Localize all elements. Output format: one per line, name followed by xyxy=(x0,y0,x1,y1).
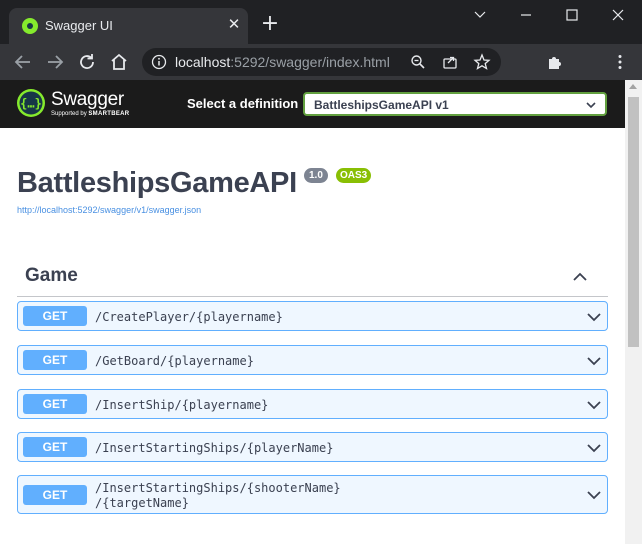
method-badge-get: GET xyxy=(23,394,87,414)
tab-search-button[interactable] xyxy=(457,0,503,30)
arrow-left-icon xyxy=(14,55,30,69)
swagger-logo-icon[interactable]: {…} xyxy=(16,88,46,118)
chevron-down-icon[interactable] xyxy=(586,487,602,503)
scroll-up-arrow-icon[interactable] xyxy=(629,84,637,89)
url-path: :5292/swagger/index.html xyxy=(230,54,390,70)
swagger-tagline: Supported by SMARTBEAR xyxy=(51,111,129,117)
operation-path: /CreatePlayer/{playername} xyxy=(95,310,283,324)
home-button[interactable] xyxy=(107,50,131,74)
spec-url-link[interactable]: http://localhost:5292/swagger/v1/swagger… xyxy=(17,205,201,215)
method-badge-get: GET xyxy=(23,350,87,370)
tab-title: Swagger UI xyxy=(45,18,113,33)
operation-insert-ship[interactable]: GET /InsertShip/{playername} xyxy=(17,389,608,419)
new-tab-button[interactable]: + xyxy=(259,13,281,35)
api-title: BattleshipsGameAPI xyxy=(17,167,297,199)
kebab-menu-icon xyxy=(618,55,622,69)
browser-toolbar: localhost:5292/swagger/index.html xyxy=(0,44,642,80)
forward-button[interactable] xyxy=(43,50,67,74)
reload-icon xyxy=(80,54,94,69)
minimize-icon xyxy=(521,14,531,16)
browser-tab-bar: Swagger UI ✕ + xyxy=(0,0,642,44)
operation-path: /InsertStartingShips/{playerName} xyxy=(95,441,334,455)
chevron-down-icon xyxy=(586,102,596,109)
tag-title: Game xyxy=(25,265,78,286)
back-button[interactable] xyxy=(11,50,35,74)
operation-path: /InsertShip/{playername} xyxy=(95,398,269,412)
close-window-button[interactable] xyxy=(595,0,641,30)
maximize-button[interactable] xyxy=(549,0,595,30)
svg-text:{…}: {…} xyxy=(20,97,42,111)
definition-label: Select a definition xyxy=(187,96,299,111)
page-scrollbar[interactable] xyxy=(625,80,642,544)
tagline-brand: SMARTBEAR xyxy=(88,111,130,117)
definition-select-value: BattleshipsGameAPI v1 xyxy=(314,98,449,112)
method-badge-get: GET xyxy=(23,306,87,326)
version-badge: 1.0 xyxy=(304,168,328,183)
share-icon[interactable] xyxy=(441,53,459,71)
scrollbar-thumb[interactable] xyxy=(628,97,639,347)
chevron-down-icon[interactable] xyxy=(586,309,602,325)
method-badge-get: GET xyxy=(23,485,87,505)
tag-section-game[interactable]: Game xyxy=(17,260,608,297)
operation-path-line-1: /InsertStartingShips/{shooterName} xyxy=(95,481,341,495)
close-icon xyxy=(612,9,624,21)
url-text[interactable]: localhost:5292/swagger/index.html xyxy=(175,54,390,70)
operation-insert-starting-ships[interactable]: GET /InsertStartingShips/{playerName} xyxy=(17,432,608,462)
site-info-icon[interactable] xyxy=(150,53,168,71)
operation-path-line-2: /{targetName} xyxy=(95,496,189,510)
chevron-down-icon[interactable] xyxy=(586,440,602,456)
address-bar[interactable]: localhost:5292/swagger/index.html xyxy=(142,48,501,76)
menu-button[interactable] xyxy=(608,50,632,74)
chevron-up-icon[interactable] xyxy=(572,269,588,285)
chevron-down-icon xyxy=(474,11,486,18)
arrow-right-icon xyxy=(48,55,64,69)
definition-select[interactable]: BattleshipsGameAPI v1 xyxy=(303,92,607,116)
browser-tab[interactable]: Swagger UI ✕ xyxy=(9,8,248,44)
tagline-prefix: Supported by xyxy=(51,111,87,117)
home-icon xyxy=(111,53,127,70)
swagger-brand: Swagger xyxy=(51,89,124,110)
operation-get-board[interactable]: GET /GetBoard/{playername} xyxy=(17,345,608,375)
oas-badge: OAS3 xyxy=(336,168,372,183)
chevron-down-icon[interactable] xyxy=(586,353,602,369)
swagger-topbar: {…} Swagger Supported by SMARTBEAR Selec… xyxy=(0,80,625,128)
tab-close-icon[interactable]: ✕ xyxy=(225,16,243,34)
puzzle-icon xyxy=(549,57,561,69)
maximize-icon xyxy=(566,9,578,21)
page-viewport: {…} Swagger Supported by SMARTBEAR Selec… xyxy=(0,80,642,544)
chevron-down-icon[interactable] xyxy=(586,397,602,413)
operation-path: /GetBoard/{playername} xyxy=(95,354,254,368)
zoom-icon[interactable] xyxy=(409,53,427,71)
operation-insert-starting-ships-shooter[interactable]: GET /InsertStartingShips/{shooterName} /… xyxy=(17,475,608,514)
method-badge-get: GET xyxy=(23,437,87,457)
operation-create-player[interactable]: GET /CreatePlayer/{playername} xyxy=(17,301,608,331)
minimize-button[interactable] xyxy=(503,0,549,30)
url-host: localhost xyxy=(175,54,231,70)
bookmark-star-icon[interactable] xyxy=(473,53,491,71)
swagger-favicon-icon xyxy=(22,18,38,34)
extensions-button[interactable] xyxy=(543,50,567,74)
reload-button[interactable] xyxy=(75,50,99,74)
